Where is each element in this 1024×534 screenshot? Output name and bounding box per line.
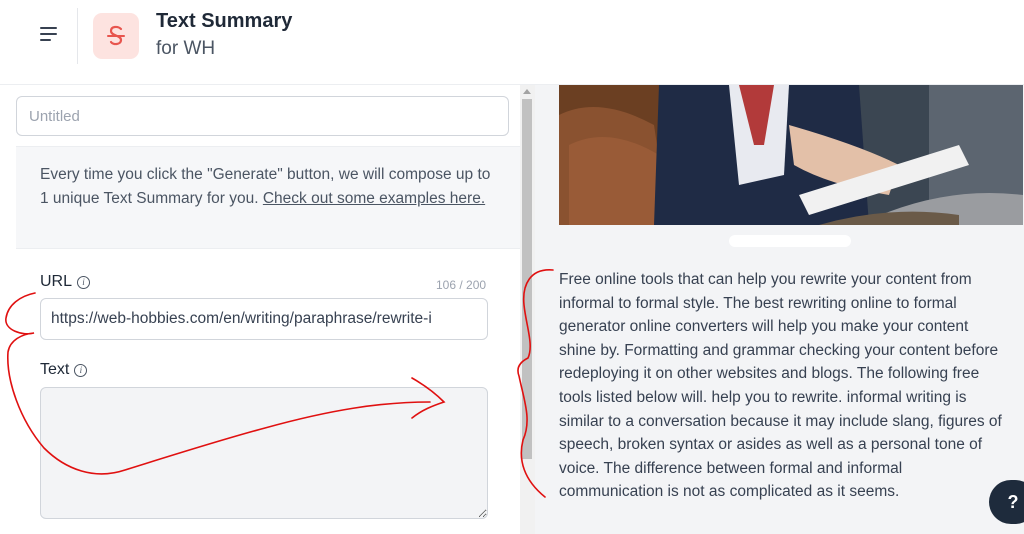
app-title: Text Summary	[156, 10, 293, 32]
url-input[interactable]	[40, 298, 488, 340]
text-summary-logo-icon	[93, 13, 139, 59]
hamburger-menu-icon[interactable]	[28, 20, 68, 48]
form-scrollbar[interactable]	[520, 85, 535, 534]
scroll-thumb[interactable]	[522, 99, 532, 459]
url-label: URL i	[40, 273, 91, 291]
scroll-up-arrow-icon[interactable]	[523, 89, 531, 94]
header-divider	[77, 8, 78, 64]
text-label-text: Text	[40, 361, 70, 378]
input-form-panel: Every time you click the "Generate" butt…	[0, 85, 520, 534]
examples-link[interactable]: Check out some examples here.	[263, 190, 485, 207]
text-label: Text i	[40, 361, 88, 379]
text-input-area[interactable]	[40, 387, 488, 519]
url-char-counter: 106 / 200	[436, 278, 487, 292]
document-title-input[interactable]	[16, 96, 509, 136]
info-icon[interactable]: i	[74, 364, 88, 377]
redaction-mark	[729, 235, 851, 247]
info-icon[interactable]: i	[77, 276, 91, 289]
app-subtitle: for WH	[156, 38, 216, 59]
result-panel: Free online tools that can help you rewr…	[535, 85, 1024, 534]
summary-result-text: Free online tools that can help you rewr…	[559, 271, 1002, 501]
result-hero-image	[559, 85, 1023, 225]
info-text: Every time you click the "Generate" butt…	[40, 163, 500, 210]
info-box: Every time you click the "Generate" butt…	[16, 146, 520, 249]
app-header: Text Summary for WH	[0, 0, 1024, 85]
url-label-text: URL	[40, 273, 73, 290]
